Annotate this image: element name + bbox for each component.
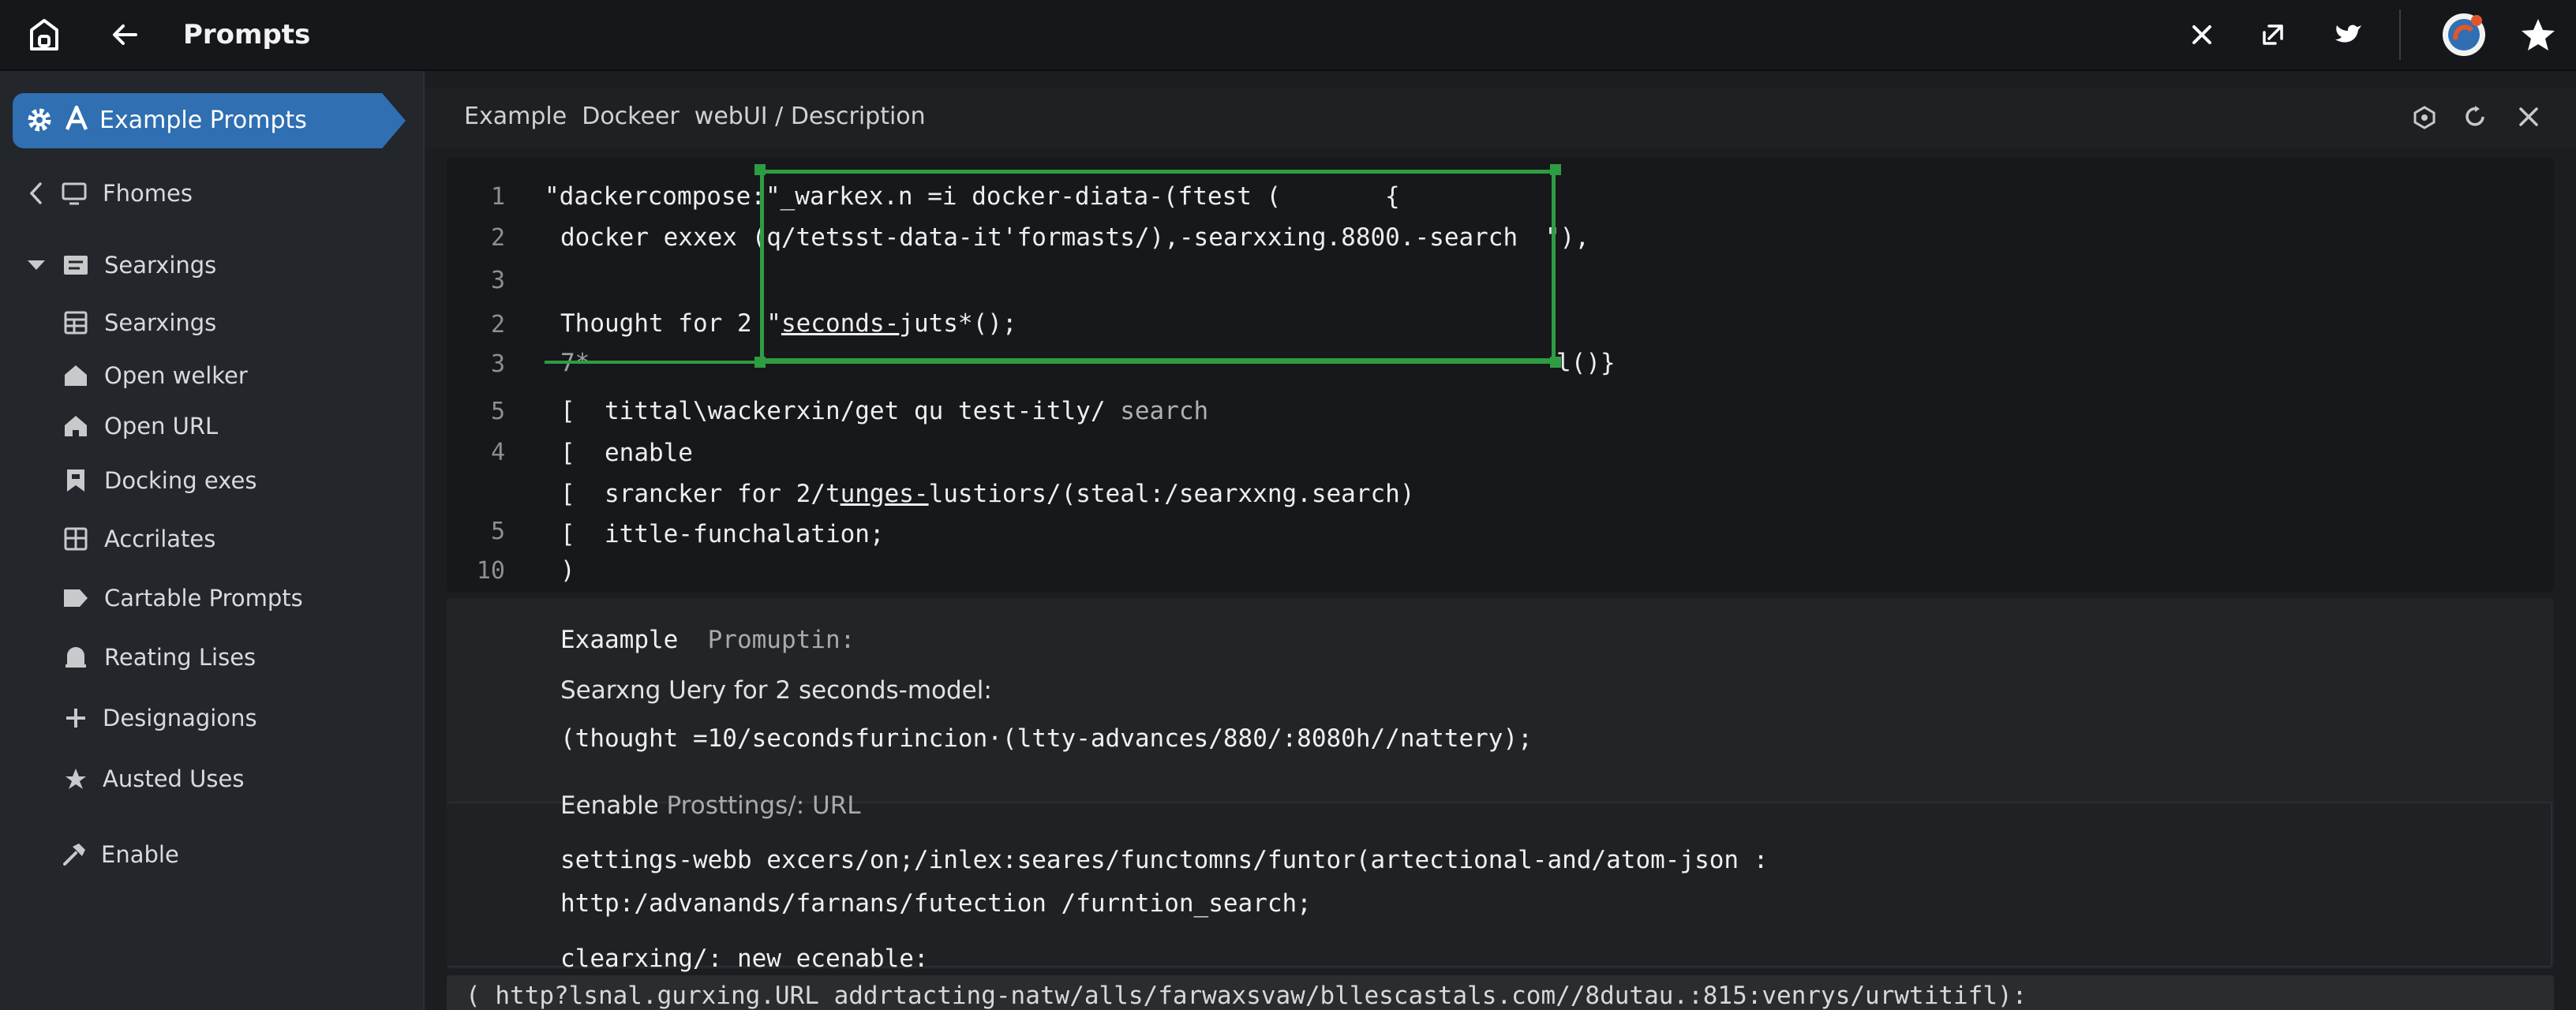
sidebar-item-fhomes[interactable]: Fhomes <box>0 171 423 215</box>
close-icon[interactable] <box>2510 98 2548 136</box>
grid-icon <box>62 309 90 337</box>
monitor-icon <box>60 179 88 208</box>
sidebar-item-label: Searxings <box>104 309 217 336</box>
label-text: Promuptin: <box>707 626 856 654</box>
code-text: Thought for 2 " <box>560 309 781 338</box>
a-icon <box>65 104 88 136</box>
panel-line: (thought =10/secondsfurincion·(ltty-adva… <box>560 724 1533 753</box>
tag-icon <box>62 584 90 612</box>
sidebar-item-label: Open URL <box>104 413 219 440</box>
code-text: search <box>1105 397 1209 425</box>
sidebar-item-label: Example Prompts <box>99 107 307 134</box>
sidebar-item-open-welker[interactable]: Open welker <box>0 354 423 398</box>
sidebar-item-label: Cartable Prompts <box>104 585 303 612</box>
line-number: 3 <box>490 350 505 378</box>
pin-icon <box>62 765 90 793</box>
sidebar-item-label: Searxings <box>104 252 217 279</box>
hammer-icon <box>60 840 88 869</box>
sidebar-item-label: Enable <box>101 841 179 868</box>
sidebar-item-cartable-prompts[interactable]: Cartable Prompts <box>0 576 423 620</box>
code-line: ) <box>560 556 575 585</box>
code-text: [ srancker for 2/t <box>560 480 841 508</box>
home-icon[interactable] <box>21 11 68 58</box>
panel-line: clearxing/: new ecenable: <box>560 945 929 973</box>
code-text: unges- <box>840 480 929 508</box>
sidebar-item-enable[interactable]: Enable <box>0 832 423 877</box>
code-line: [ ittle-funchalation; <box>560 520 885 548</box>
panel-line: settings-webb excers/on;/inlex:seares/fu… <box>560 846 1769 874</box>
code-line: [ tittal\wackerxin/get qu test-itly/ sea… <box>560 397 1208 425</box>
star-icon[interactable] <box>2514 11 2562 58</box>
line-number: 2 <box>490 311 505 339</box>
resize-handle[interactable] <box>1550 164 1561 175</box>
code-line: [ enable <box>560 439 693 467</box>
line-number: 1 <box>490 183 505 211</box>
bookmark-icon <box>62 466 90 495</box>
divider <box>2399 9 2401 60</box>
close-icon[interactable] <box>2178 11 2226 58</box>
popout-icon[interactable] <box>2249 11 2297 58</box>
sidebar-item-searxings-group[interactable]: Searxings <box>0 243 423 287</box>
top-bar: Prompts <box>0 0 2576 71</box>
sidebar-item-austed-uses[interactable]: Austed Uses <box>0 757 423 801</box>
code-text: [ tittal\wackerxin/get qu test-itly/ <box>560 397 1106 425</box>
refresh-icon[interactable] <box>2456 98 2494 136</box>
plus-icon <box>62 704 90 732</box>
url-text: ( http?lsnal.gurxing.URL addrtacting-nat… <box>466 982 2027 1010</box>
sidebar-item-docking-exes[interactable]: Docking exes <box>0 458 423 503</box>
sidebar-item-label: Docking exes <box>104 467 257 494</box>
resize-handle[interactable] <box>754 164 766 175</box>
code-line: [ srancker for 2/tunges-lustiors/(steal:… <box>560 480 1415 508</box>
chevron-left-icon[interactable] <box>22 179 51 208</box>
back-arrow-icon[interactable] <box>101 11 148 58</box>
sidebar-item-label: Fhomes <box>103 180 193 207</box>
grid-icon <box>62 525 90 553</box>
sidebar-item-designagions[interactable]: Designagions <box>0 696 423 740</box>
sidebar-item-open-url[interactable]: Open URL <box>0 404 423 448</box>
line-number: 3 <box>490 267 505 294</box>
sidebar-item-reating-lises[interactable]: Reating Lises <box>0 635 423 679</box>
sidebar-item-searxings[interactable]: Searxings <box>0 301 423 345</box>
code-text: lustiors/(steal:/searxxng.search) <box>928 480 1415 508</box>
home-icon <box>62 412 90 440</box>
list-icon <box>62 251 90 279</box>
sidebar-item-label: Designagions <box>103 705 257 731</box>
label-text: Eenable <box>560 791 659 820</box>
gear-icon <box>24 104 55 139</box>
selection-box[interactable] <box>760 170 1556 362</box>
bell-icon <box>62 643 90 671</box>
sidebar-item-label: Reating Lises <box>104 644 256 671</box>
home-icon <box>62 361 90 390</box>
panel-line: Searxng Uery for 2 seconds-model: <box>560 676 992 705</box>
line-number: 5 <box>490 398 505 425</box>
example-label: Exaample Promuptin: <box>560 626 855 654</box>
breadcrumb[interactable]: Example Dockeer webUI / Description <box>464 99 926 134</box>
label-text: Exaample <box>560 626 679 654</box>
settings-panel <box>447 802 2552 967</box>
avatar[interactable] <box>2440 11 2488 58</box>
chevron-down-icon[interactable] <box>22 251 51 279</box>
bug-icon[interactable] <box>2406 98 2443 136</box>
sidebar-item-example-prompts[interactable]: Example Prompts <box>13 93 406 148</box>
sidebar-item-label: Open welker <box>104 362 248 389</box>
line-number: 4 <box>490 439 505 466</box>
code-line: l()} <box>1556 349 1616 377</box>
label-text: Prosttings/: URL <box>666 791 861 820</box>
line-number: 10 <box>476 557 505 585</box>
panel-line: http:/advanands/farnans/futection /furnt… <box>560 889 1312 918</box>
sidebar-item-accrilates[interactable]: Accrilates <box>0 517 423 561</box>
line-number: 2 <box>490 224 505 252</box>
sidebar-item-label: Austed Uses <box>103 765 245 792</box>
sidebar-item-label: Accrilates <box>104 526 216 552</box>
line-number: 5 <box>490 518 505 545</box>
selection-guide-line <box>545 361 1557 364</box>
twitter-icon[interactable] <box>2325 11 2372 58</box>
page-title: Prompts <box>183 19 311 50</box>
enable-label: Eenable Prosttings/: URL <box>560 791 861 820</box>
